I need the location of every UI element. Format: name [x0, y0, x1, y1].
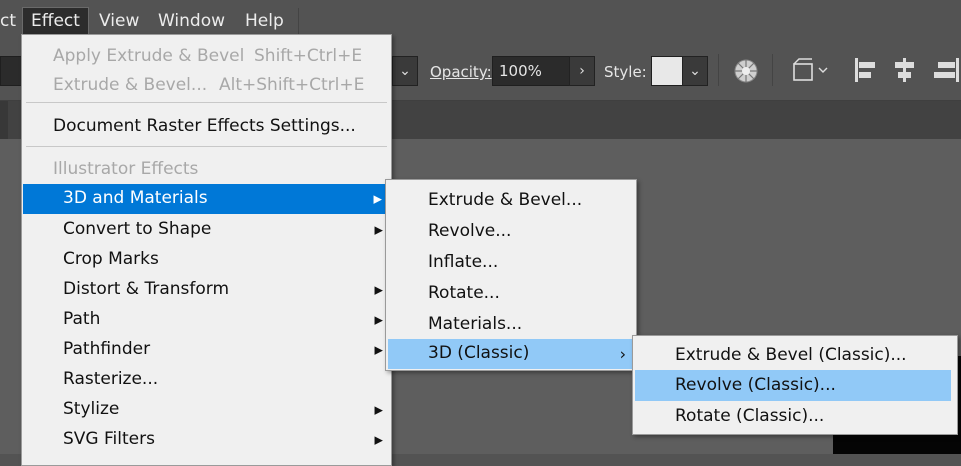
menu-item-crop-marks[interactable]: Crop Marks [22, 245, 391, 275]
menu-effect[interactable]: Effect [22, 7, 89, 36]
menubar-divider [298, 8, 299, 34]
menu-item-document-raster-effects-settings[interactable]: Document Raster Effects Settings... [22, 113, 391, 141]
menu-item-pathfinder[interactable]: Pathfinder ▶ [22, 335, 391, 365]
menu-item-label: 3D and Materials [63, 188, 208, 208]
menu-item-rasterize[interactable]: Rasterize... [22, 365, 391, 395]
chevron-right-icon[interactable]: › [569, 56, 595, 86]
menu-item-shortcut: Alt+Shift+Ctrl+E [219, 75, 365, 95]
menu-section-label: Illustrator Effects [53, 159, 199, 179]
chevron-right-icon: ▶ [374, 313, 383, 327]
toolbar-divider [718, 54, 719, 86]
document-tab[interactable] [0, 101, 8, 139]
menu-item-label: Rotate (Classic)... [675, 406, 825, 426]
menu-item-3d-classic[interactable]: 3D (Classic) › [388, 339, 634, 369]
chevron-right-icon: ▶ [374, 433, 383, 447]
menu-item-convert-to-shape[interactable]: Convert to Shape ▶ [22, 215, 391, 245]
style-label: Style: [604, 63, 647, 81]
chevron-right-icon: ▶ [374, 223, 383, 237]
menu-item-rotate-classic[interactable]: Rotate (Classic)... [633, 401, 957, 432]
menu-item-label: Document Raster Effects Settings... [53, 116, 356, 136]
menu-item-label: Pathfinder [63, 339, 151, 359]
menu-item-revolve-classic[interactable]: Revolve (Classic)... [635, 370, 951, 401]
menu-item-shortcut: Shift+Ctrl+E [254, 46, 363, 66]
menu-item-label: Apply Extrude & Bevel [53, 46, 245, 66]
chevron-down-icon[interactable]: ⌄ [682, 56, 708, 86]
opacity-value: 100% [499, 62, 542, 80]
menu-item-label: Distort & Transform [63, 279, 230, 299]
chevron-right-icon: ▶ [374, 283, 383, 297]
menu-item-label: Materials... [428, 314, 523, 334]
effect-menu: Apply Extrude & Bevel Shift+Ctrl+E Extru… [21, 34, 392, 466]
style-swatch[interactable] [651, 56, 683, 86]
menu-divider [26, 102, 387, 103]
menu-item-svg-filters[interactable]: SVG Filters ▶ [22, 425, 391, 455]
menu-item-label: Stylize [63, 399, 120, 419]
menu-item-label: Extrude & Bevel... [53, 75, 208, 95]
align-horizontal-center-icon[interactable] [892, 56, 918, 88]
align-left-icon[interactable] [853, 56, 879, 88]
chevron-right-icon: ▶ [374, 343, 383, 357]
menu-item-rotate[interactable]: Rotate... [386, 278, 636, 309]
3d-classic-submenu: Extrude & Bevel (Classic)... Revolve (Cl… [632, 335, 958, 435]
chevron-right-icon: ▶ [374, 403, 383, 417]
menu-item-path[interactable]: Path ▶ [22, 305, 391, 335]
menu-section-illustrator-effects: Illustrator Effects [22, 156, 391, 184]
opacity-input[interactable]: 100% [492, 56, 570, 86]
menu-item-3d-and-materials[interactable]: 3D and Materials ▶ [23, 184, 390, 214]
menu-item-label: Revolve (Classic)... [675, 375, 836, 395]
menu-item-inflate[interactable]: Inflate... [386, 247, 636, 278]
align-to-icon[interactable] [791, 58, 831, 88]
chevron-down-icon[interactable]: ⌄ [392, 56, 418, 86]
menu-item-revolve[interactable]: Revolve... [386, 216, 636, 247]
chevron-right-icon: › [619, 344, 626, 364]
menu-item-label: Path [63, 309, 101, 329]
menu-item-extrude-bevel[interactable]: Extrude & Bevel... [386, 185, 636, 216]
menu-item-apply-extrude-bevel[interactable]: Apply Extrude & Bevel Shift+Ctrl+E [22, 43, 391, 71]
recolor-artwork-icon[interactable] [733, 58, 759, 88]
menu-item-label: SVG Filters [63, 429, 155, 449]
chevron-right-icon: ▶ [373, 192, 382, 206]
menu-item-label: Revolve... [428, 221, 512, 241]
opacity-label: Opacity: [430, 63, 492, 81]
menu-item-label: 3D (Classic) [428, 343, 530, 363]
menu-item-distort-transform[interactable]: Distort & Transform ▶ [22, 275, 391, 305]
menu-item-label: Convert to Shape [63, 219, 212, 239]
menu-item-label: Extrude & Bevel (Classic)... [675, 345, 907, 365]
toolbar-divider [772, 54, 773, 86]
menu-item-label: Extrude & Bevel... [428, 190, 583, 210]
menu-item-extrude-bevel-classic[interactable]: Extrude & Bevel (Classic)... [633, 340, 957, 371]
align-right-icon[interactable] [932, 56, 961, 88]
menu-object[interactable]: ct [0, 0, 16, 42]
menu-item-label: Rasterize... [63, 369, 159, 389]
menu-item-stylize[interactable]: Stylize ▶ [22, 395, 391, 425]
menu-item-materials[interactable]: Materials... [386, 309, 636, 340]
menu-item-extrude-bevel[interactable]: Extrude & Bevel... Alt+Shift+Ctrl+E [22, 72, 391, 100]
menu-item-label: Rotate... [428, 283, 500, 303]
menu-divider [26, 146, 387, 147]
menu-item-label: Inflate... [428, 252, 499, 272]
menu-item-label: Crop Marks [63, 249, 159, 269]
3d-materials-submenu: Extrude & Bevel... Revolve... Inflate...… [385, 179, 637, 371]
